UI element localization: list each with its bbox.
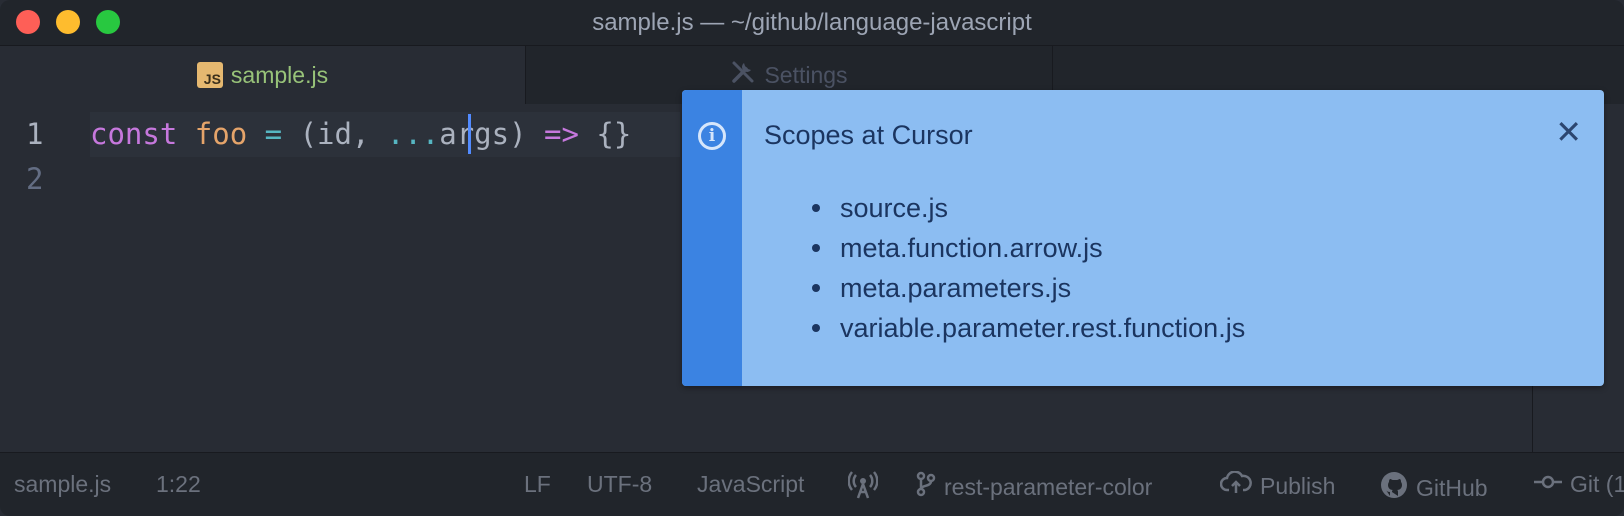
git-button[interactable]: Git (1 [1534, 471, 1624, 498]
window-title: sample.js — ~/github/language-javascript [592, 9, 1032, 36]
broadcast-icon[interactable] [848, 471, 878, 499]
keyword-token: const [90, 117, 178, 151]
text-cursor [468, 114, 471, 154]
list-item: meta.parameters.js [764, 268, 1245, 308]
arrow-token: => [544, 117, 579, 151]
status-branch[interactable]: rest-parameter-color [916, 471, 1152, 503]
tab-sample-js[interactable]: JS sample.js [0, 46, 525, 104]
list-item: source.js [764, 188, 1245, 228]
scope-list: source.js meta.function.arrow.js meta.pa… [764, 188, 1245, 348]
git-commit-icon [1534, 472, 1562, 498]
branch-label: rest-parameter-color [944, 473, 1153, 500]
status-cursor-position[interactable]: 1:22 [156, 471, 201, 498]
git-label: Git (1 [1570, 471, 1624, 497]
notification-title: Scopes at Cursor [764, 120, 973, 150]
code-line[interactable]: const foo = (id, ...args) => {} [90, 112, 631, 157]
function-name-token: foo [194, 117, 248, 151]
body-token: {} [578, 117, 632, 151]
status-encoding[interactable]: UTF-8 [587, 471, 652, 498]
github-button[interactable]: GitHub [1380, 471, 1488, 505]
editor-window: sample.js — ~/github/language-javascript… [0, 0, 1624, 516]
operator-token: = [264, 117, 283, 151]
js-file-icon: JS [196, 62, 223, 88]
git-branch-icon [916, 471, 936, 503]
tools-icon [730, 59, 756, 92]
rest-param-token: args [439, 117, 510, 151]
rest-operator-token: ... [386, 117, 440, 151]
github-label: GitHub [1416, 474, 1488, 501]
line-number: 1 [26, 117, 44, 151]
params-open-token: (id, [282, 117, 387, 151]
title-bar: sample.js — ~/github/language-javascript [0, 0, 1624, 46]
list-item: variable.parameter.rest.function.js [764, 308, 1245, 348]
status-grammar[interactable]: JavaScript [697, 471, 804, 498]
notification-type-strip: i [682, 90, 742, 386]
cloud-upload-icon [1219, 470, 1252, 501]
status-file-name[interactable]: sample.js [14, 471, 111, 498]
line-number: 2 [26, 162, 44, 196]
status-bar: sample.js 1:22 LF UTF-8 JavaScript rest-… [0, 452, 1624, 516]
list-item: meta.function.arrow.js [764, 228, 1245, 268]
close-icon[interactable]: ✕ [1555, 116, 1582, 148]
tab-label: Settings [764, 61, 848, 88]
github-icon [1380, 471, 1408, 505]
tab-label: sample.js [230, 61, 329, 88]
info-icon: i [698, 122, 726, 150]
publish-button[interactable]: Publish [1219, 470, 1336, 501]
status-line-ending[interactable]: LF [524, 471, 551, 498]
params-close-token: ) [509, 117, 545, 151]
scopes-notification: i Scopes at Cursor ✕ source.js meta.func… [682, 90, 1604, 386]
publish-label: Publish [1260, 472, 1336, 499]
